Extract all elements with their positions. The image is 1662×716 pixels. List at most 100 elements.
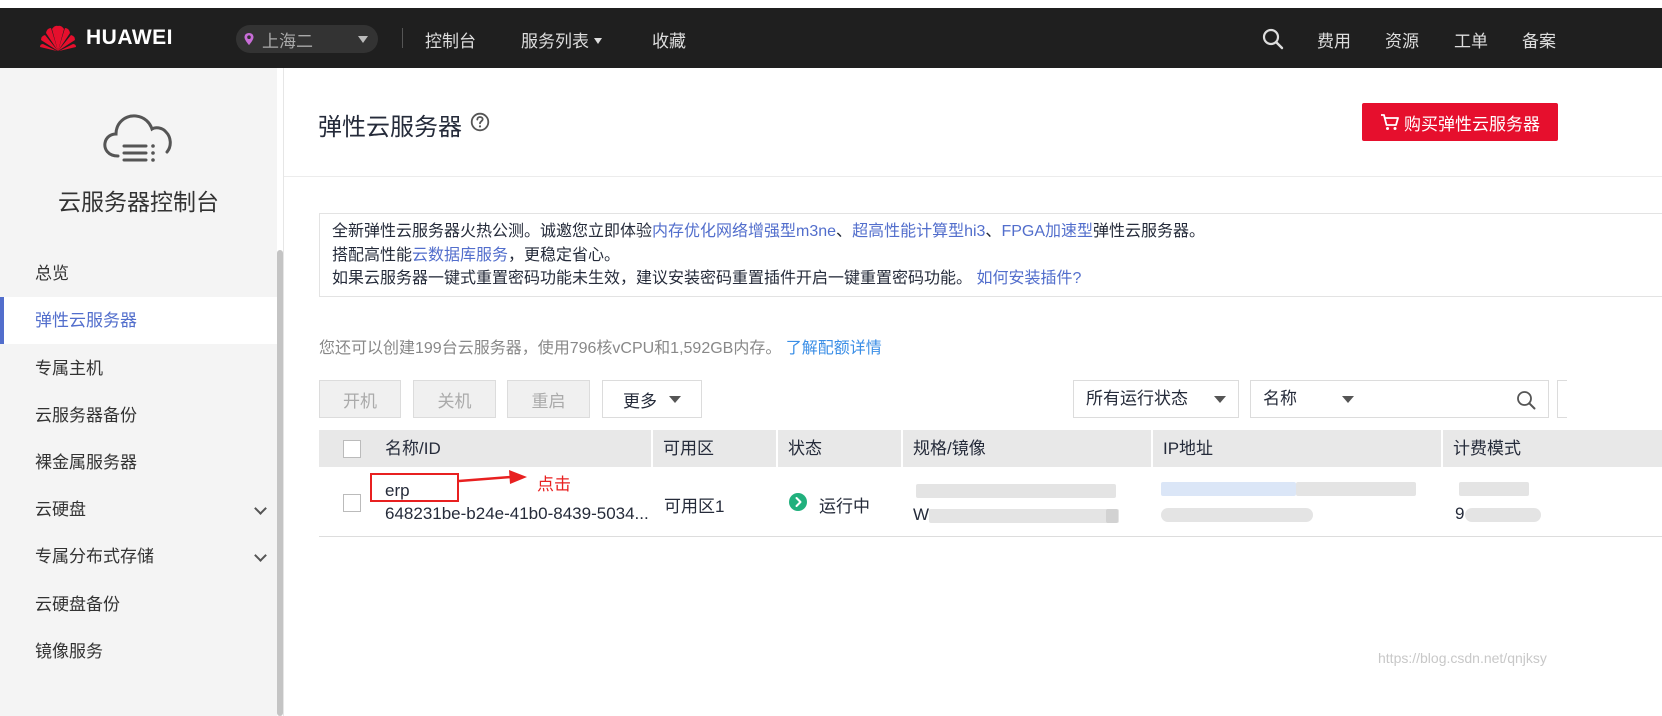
link-install-plugin[interactable]: 如何安装插件? bbox=[976, 270, 1081, 287]
sidebar-title: 云服务器控制台 bbox=[58, 189, 219, 215]
sidebar-item-server-backup[interactable]: 云服务器备份 bbox=[0, 392, 277, 439]
notice-text: 全新弹性云服务器火热公测。诚邀您立即体验 bbox=[332, 223, 653, 240]
status-filter-value: 所有运行状态 bbox=[1086, 389, 1188, 408]
caret-down-icon bbox=[594, 38, 602, 44]
restart-button[interactable]: 重启 bbox=[507, 380, 590, 418]
buy-ecs-button[interactable]: 购买弹性云服务器 bbox=[1362, 103, 1558, 141]
link-rds[interactable]: 云数据库服务 bbox=[412, 247, 508, 264]
buy-ecs-button-label: 购买弹性云服务器 bbox=[1404, 114, 1540, 134]
server-id: 648231be-b24e-41b0-8439-5034... bbox=[385, 504, 649, 523]
sidebar-item-volume-backup[interactable]: 云硬盘备份 bbox=[0, 581, 277, 628]
column-header-ip[interactable]: IP地址 bbox=[1151, 430, 1441, 467]
nav-icp-filing[interactable]: 备案 bbox=[1522, 27, 1556, 52]
help-icon[interactable] bbox=[470, 112, 490, 132]
redacted-image-end bbox=[1106, 509, 1118, 523]
redacted-ip-public-tail bbox=[1296, 482, 1416, 496]
sidebar-divider bbox=[283, 68, 284, 716]
page-title: 弹性云服务器 bbox=[318, 114, 462, 141]
row-checkbox[interactable] bbox=[343, 494, 361, 512]
sidebar: 云服务器控制台 总览 弹性云服务器 专属主机 云服务器备份 裸金属服务器 云硬盘… bbox=[0, 68, 277, 716]
column-header-name[interactable]: 名称/ID bbox=[375, 430, 651, 467]
nav-divider bbox=[402, 28, 403, 48]
column-header-zone[interactable]: 可用区 bbox=[651, 430, 776, 467]
sidebar-item-evs[interactable]: 云硬盘 bbox=[0, 486, 277, 533]
notice-text: ，更稳定省心。 bbox=[508, 246, 621, 264]
sidebar-item-image-service[interactable]: 镜像服务 bbox=[0, 628, 277, 675]
chevron-down-icon bbox=[358, 36, 368, 43]
nav-billing[interactable]: 费用 bbox=[1317, 27, 1351, 52]
notice-text: 弹性云服务器。 bbox=[1093, 223, 1206, 240]
caret-down-icon bbox=[669, 395, 681, 403]
header-divider bbox=[284, 176, 1662, 177]
nav-console[interactable]: 控制台 bbox=[425, 27, 476, 52]
sidebar-item-label: 专属分布式存储 bbox=[35, 547, 154, 566]
sidebar-item-dedicated-host[interactable]: 专属主机 bbox=[0, 345, 277, 392]
cloud-server-icon bbox=[103, 114, 172, 162]
sidebar-item-overview[interactable]: 总览 bbox=[0, 250, 277, 297]
link-m3ne[interactable]: 内存优化网络增强型m3ne bbox=[652, 223, 836, 240]
sidebar-item-label: 云硬盘 bbox=[35, 500, 86, 519]
top-strip bbox=[0, 0, 1662, 8]
region-label: 上海二 bbox=[262, 31, 313, 51]
notice-line-2: 搭配高性能云数据库服务，更稳定省心。 bbox=[332, 244, 1650, 268]
server-zone: 可用区1 bbox=[664, 497, 725, 516]
status-filter-select[interactable]: 所有运行状态 bbox=[1073, 380, 1239, 418]
select-all-checkbox[interactable] bbox=[343, 440, 361, 458]
top-nav: HUAWEI 上海二 控制台 服务列表 收藏 费用 资源 工单 备案 bbox=[0, 8, 1662, 68]
link-fpga[interactable]: FPGA加速型 bbox=[1001, 223, 1093, 240]
sidebar-item-dss[interactable]: 专属分布式存储 bbox=[0, 533, 277, 580]
redacted-ip-public bbox=[1161, 482, 1296, 496]
redacted-spec bbox=[916, 484, 1116, 498]
search-icon[interactable] bbox=[1262, 28, 1284, 50]
quota-text: 您还可以创建199台云服务器，使用796核vCPU和1,592GB内存。 bbox=[319, 340, 782, 357]
redacted-image bbox=[929, 509, 1119, 523]
redacted-billing-date bbox=[1465, 508, 1541, 522]
sidebar-item-bare-metal[interactable]: 裸金属服务器 bbox=[0, 439, 277, 486]
nav-favorites[interactable]: 收藏 bbox=[652, 27, 686, 52]
sidebar-item-ecs[interactable]: 弹性云服务器 bbox=[0, 297, 277, 344]
region-selector[interactable]: 上海二 bbox=[236, 25, 378, 53]
notice-banner: 全新弹性云服务器火热公测。诚邀您立即体验内存优化网络增强型m3ne 、超高性能计算… bbox=[319, 213, 1662, 297]
notice-text: 搭配高性能 bbox=[332, 246, 413, 264]
redacted-billing bbox=[1459, 482, 1529, 496]
running-status-icon bbox=[789, 493, 807, 511]
nav-service-list[interactable]: 服务列表 bbox=[521, 27, 602, 52]
billing-prefix: 9 bbox=[1455, 504, 1465, 523]
more-button-label: 更多 bbox=[623, 391, 657, 411]
nav-tickets[interactable]: 工单 bbox=[1454, 27, 1488, 52]
nav-resources[interactable]: 资源 bbox=[1385, 27, 1419, 52]
quota-details-link[interactable]: 了解配额详情 bbox=[786, 340, 882, 357]
more-button[interactable]: 更多 bbox=[602, 380, 702, 418]
location-pin-icon bbox=[244, 33, 254, 45]
refresh-button[interactable] bbox=[1557, 380, 1567, 418]
nav-service-list-label: 服务列表 bbox=[521, 32, 589, 51]
table-header: 名称/ID 可用区 状态 规格/镜像 IP地址 计费模式 bbox=[319, 430, 1662, 467]
search-icon[interactable] bbox=[1516, 390, 1536, 410]
caret-down-icon bbox=[1214, 396, 1226, 403]
search-input[interactable] bbox=[1372, 381, 1512, 415]
column-header-spec[interactable]: 规格/镜像 bbox=[901, 430, 1151, 467]
notice-separator: 、 bbox=[985, 223, 1002, 240]
stop-button[interactable]: 关机 bbox=[413, 380, 496, 418]
notice-text: 如果云服务器一键式重置密码功能未生效，建议安装密码重置插件开启一键重置密码功能。 bbox=[332, 270, 973, 287]
annotation-highlight-box bbox=[370, 473, 459, 502]
annotation-text: 点击 bbox=[537, 475, 571, 494]
field-filter-select[interactable]: 名称 bbox=[1250, 380, 1367, 418]
field-filter-value: 名称 bbox=[1263, 389, 1297, 408]
server-status: 运行中 bbox=[819, 497, 870, 516]
link-hi3[interactable]: 超高性能计算型hi3 bbox=[852, 223, 985, 240]
quota-info: 您还可以创建199台云服务器，使用796核vCPU和1,592GB内存。 了解配… bbox=[319, 334, 882, 358]
server-image-prefix: W bbox=[913, 505, 930, 524]
huawei-logo[interactable]: HUAWEI bbox=[38, 23, 173, 53]
start-button[interactable]: 开机 bbox=[319, 380, 401, 418]
brand-name: HUAWEI bbox=[86, 26, 173, 49]
column-header-status[interactable]: 状态 bbox=[776, 430, 901, 467]
search-field[interactable] bbox=[1366, 380, 1549, 418]
caret-down-icon bbox=[1342, 396, 1354, 403]
chevron-down-icon bbox=[254, 549, 267, 562]
chevron-down-icon bbox=[254, 502, 267, 515]
notice-line-1: 全新弹性云服务器火热公测。诚邀您立即体验内存优化网络增强型m3ne 、超高性能计算… bbox=[332, 220, 1650, 244]
notice-line-3: 如果云服务器一键式重置密码功能未生效，建议安装密码重置插件开启一键重置密码功能。… bbox=[332, 267, 1650, 291]
column-header-billing[interactable]: 计费模式 bbox=[1441, 430, 1662, 467]
redacted-ip-private bbox=[1161, 508, 1313, 522]
